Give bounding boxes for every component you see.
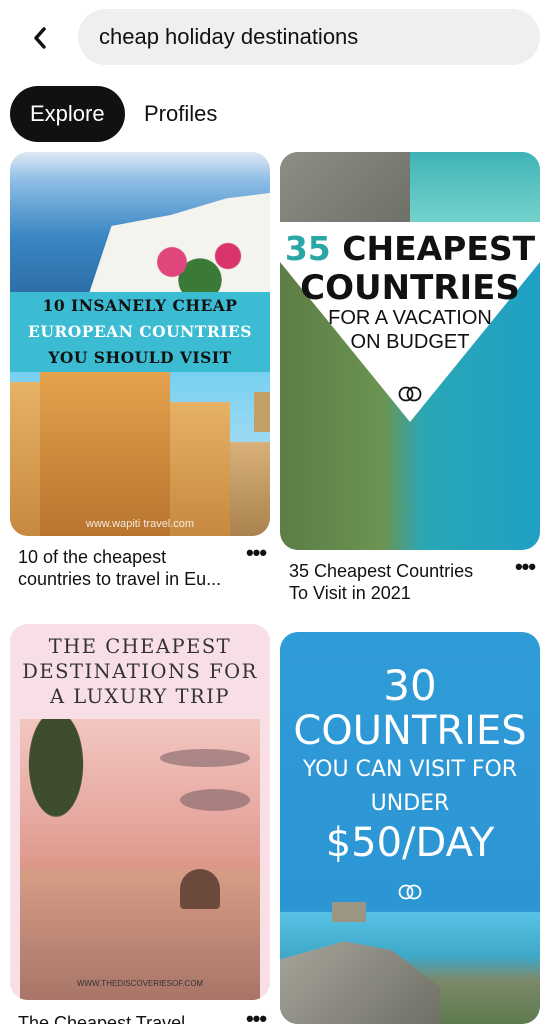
pin1-building (170, 402, 230, 536)
more-icon: ••• (245, 540, 267, 565)
more-options-button[interactable]: ••• (242, 540, 270, 565)
tab-explore[interactable]: Explore (10, 86, 125, 142)
logo-icon (398, 386, 422, 402)
pin4-line3: YOU CAN VISIT FOR (302, 757, 518, 782)
more-options-button[interactable]: ••• (511, 554, 539, 579)
tab-explore-label: Explore (30, 101, 105, 126)
pin4-line5: $50/DAY (325, 820, 495, 866)
pin2-heading-2: COUNTRIES (300, 268, 520, 308)
pin2-number: 35 (284, 229, 331, 268)
pin1-line3: YOU SHOULD VISIT (48, 348, 232, 367)
pin2-title-line2[interactable]: To Visit in 2021 (289, 582, 519, 604)
pin3-watermark: WWW.THEDISCOVERIESOF.COM (76, 979, 204, 988)
pin1-text-band: 10 INSANELY CHEAP EUROPEAN COUNTRIES YOU… (10, 292, 270, 372)
pin-image-1[interactable]: 10 INSANELY CHEAP EUROPEAN COUNTRIES YOU… (10, 152, 270, 536)
logo-icon (398, 884, 422, 900)
pin1-building (40, 372, 170, 536)
more-icon: ••• (245, 1006, 267, 1024)
tab-profiles[interactable]: Profiles (144, 86, 217, 142)
pin3-cloud (160, 749, 250, 767)
pin2-subheading-2: ON BUDGET (350, 331, 470, 353)
search-query: cheap holiday destinations (99, 24, 359, 49)
pin1-title-line1[interactable]: 10 of the cheapest (18, 546, 248, 568)
pin-image-3[interactable]: THE CHEAPEST DESTINATIONS FOR A LUXURY T… (10, 624, 270, 1000)
pin3-line2: DESTINATIONS FOR (22, 660, 258, 683)
pin4-ruin (332, 902, 366, 922)
pin3-line3: A LUXURY TRIP (49, 685, 231, 708)
pin3-text-header: THE CHEAPEST DESTINATIONS FOR A LUXURY T… (10, 624, 270, 719)
pin3-line1: THE CHEAPEST (48, 635, 232, 658)
pin1-title-line2[interactable]: countries to travel in Eu... (18, 568, 248, 590)
search-input[interactable]: cheap holiday destinations (78, 9, 540, 65)
pin-image-2[interactable]: 35 CHEAPEST COUNTRIES FOR A VACATION ON … (280, 152, 540, 550)
pin3-person (180, 869, 220, 909)
pin4-line2: COUNTRIES (293, 708, 527, 754)
pin4-line4: UNDER (370, 791, 450, 816)
pin1-street (10, 372, 270, 536)
pin2-heading-1: 35 CHEAPEST (280, 230, 540, 268)
pin2-subheading-1: FOR A VACATION (328, 307, 492, 329)
pin2-heading-word: CHEAPEST (342, 229, 536, 268)
pin1-line1: 10 INSANELY CHEAP (42, 296, 238, 315)
pin1-watermark: www.wapiti travel.com (85, 518, 195, 530)
pin1-line2: EUROPEAN COUNTRIES (28, 322, 252, 341)
back-button[interactable] (22, 18, 58, 58)
pin4-number: 30 (383, 661, 437, 710)
more-icon: ••• (514, 554, 536, 579)
pin1-building (254, 392, 270, 432)
pin2-title-line1[interactable]: 35 Cheapest Countries (289, 560, 519, 582)
chevron-left-icon (34, 27, 46, 49)
pin-image-4[interactable]: 30 COUNTRIES YOU CAN VISIT FOR UNDER $50… (280, 632, 540, 1024)
pin3-cloud (180, 789, 250, 811)
pin3-palm (20, 719, 110, 869)
pin2-rocks (280, 152, 410, 232)
more-options-button[interactable]: ••• (242, 1006, 270, 1024)
tab-profiles-label: Profiles (144, 101, 218, 126)
pin2-sea (410, 152, 540, 232)
pin3-photo: WWW.THEDISCOVERIESOF.COM (20, 719, 260, 1000)
pin1-flowers (130, 232, 270, 292)
pin3-title-line1[interactable]: The Cheapest Travel (18, 1012, 248, 1024)
